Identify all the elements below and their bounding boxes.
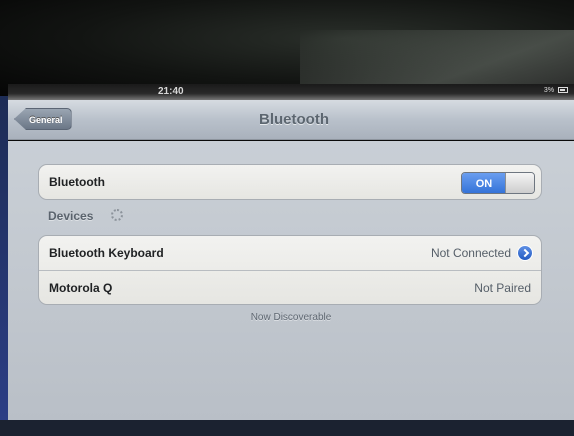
list-item-device[interactable]: Bluetooth Keyboard Not Connected [39,236,541,270]
device-name: Motorola Q [49,281,113,295]
bluetooth-toggle[interactable]: ON [461,172,535,194]
list-item-device[interactable]: Motorola Q Not Paired [39,270,541,304]
battery-icon [558,87,568,94]
navigation-bar: General Bluetooth [8,100,574,140]
disclosure-icon[interactable] [517,245,533,261]
photo-background-top [0,0,574,100]
toggle-on-label: ON [462,173,506,193]
device-status: Not Paired [474,281,531,295]
page-title: Bluetooth [259,111,329,128]
photo-background-bottom [0,420,574,436]
device-name: Bluetooth Keyboard [49,246,164,260]
bluetooth-label: Bluetooth [49,175,105,189]
toggle-knob [505,173,534,193]
bluetooth-group: Bluetooth ON [38,164,542,200]
bluetooth-row: Bluetooth ON [39,165,541,199]
device-status: Not Connected [430,246,511,260]
devices-list: Bluetooth Keyboard Not Connected Motorol… [38,235,542,305]
devices-header: Devices [48,209,94,223]
battery-percent: 3% [543,87,555,94]
status-time: 21:40 [158,86,184,97]
spinner-icon [111,209,123,221]
status-bar: 21:40 3% [8,84,574,100]
settings-content: Bluetooth ON Devices Bluetooth Keyboard … [8,141,574,420]
discoverable-note: Now Discoverable [250,312,332,323]
photo-background-left [0,96,8,426]
status-battery: 3% [544,87,568,94]
